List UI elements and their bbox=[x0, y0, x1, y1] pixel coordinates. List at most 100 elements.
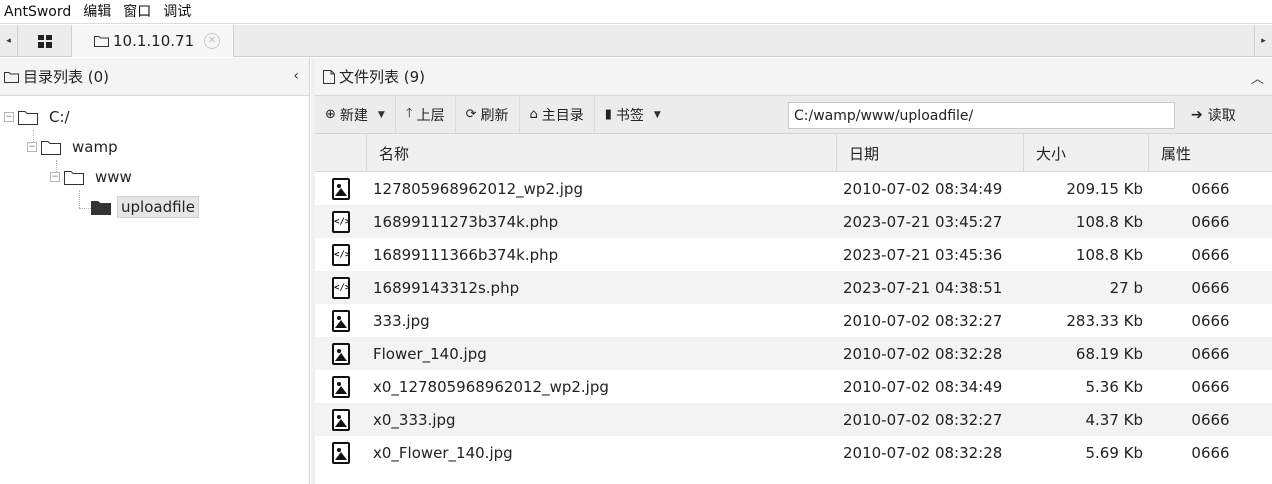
file-name: Flower_140.jpg bbox=[373, 344, 487, 363]
new-button[interactable]: ⊕ 新建 ▼ bbox=[315, 95, 396, 134]
grid-icon bbox=[37, 34, 52, 48]
file-size: 108.8 Kb bbox=[1075, 212, 1143, 231]
folder-icon bbox=[41, 140, 61, 155]
file-type-cell bbox=[315, 403, 367, 436]
file-name: 16899111273b374k.php bbox=[373, 212, 559, 231]
file-list: 127805968962012_wp2.jpg 2010-07-02 08:34:… bbox=[315, 172, 1272, 469]
image-file-icon bbox=[332, 408, 350, 431]
home-icon: ⌂ bbox=[529, 107, 538, 122]
file-size: 108.8 Kb bbox=[1075, 245, 1143, 264]
column-name[interactable]: 名称 bbox=[367, 134, 837, 172]
tab-scroll-left-button[interactable]: ◂ bbox=[0, 25, 18, 57]
file-type-cell bbox=[315, 304, 367, 337]
file-name: x0_333.jpg bbox=[373, 410, 456, 429]
refresh-icon: ⟳ bbox=[465, 107, 477, 122]
file-row[interactable]: </> 16899111366b374k.php 2023-07-21 03:45:… bbox=[315, 238, 1272, 271]
file-attr: 0666 bbox=[1191, 179, 1230, 198]
file-size: 209.15 Kb bbox=[1066, 179, 1143, 198]
file-name: 127805968962012_wp2.jpg bbox=[373, 179, 583, 198]
file-type-cell bbox=[315, 370, 367, 403]
arrow-right-icon: ➔ bbox=[1191, 107, 1203, 123]
file-size: 68.19 Kb bbox=[1075, 344, 1143, 363]
read-button[interactable]: ➔ 读取 bbox=[1181, 96, 1246, 134]
file-panel-header: 文件列表 (9) ︿ bbox=[315, 58, 1272, 96]
menu-window[interactable]: 窗口 bbox=[119, 1, 159, 23]
file-attr: 0666 bbox=[1191, 278, 1230, 297]
file-type-cell: </> bbox=[315, 205, 367, 238]
file-name: 333.jpg bbox=[373, 311, 430, 330]
file-size: 283.33 Kb bbox=[1066, 311, 1143, 330]
tree-node-www[interactable]: − www bbox=[50, 166, 135, 188]
up-level-button[interactable]: 🡑 上层 bbox=[396, 95, 456, 134]
file-toolbar: ⊕ 新建 ▼ 🡑 上层 ⟳ 刷新 ⌂ 主目录 ▮ 书签 ▼ ➔ 读取 bbox=[315, 95, 1272, 134]
file-date: 2023-07-21 04:38:51 bbox=[843, 278, 1003, 297]
path-input[interactable] bbox=[788, 102, 1175, 129]
tab-close-icon[interactable]: ✕ bbox=[204, 33, 221, 49]
caret-down-icon: ▼ bbox=[653, 109, 661, 120]
menu-antsword[interactable]: AntSword bbox=[0, 1, 79, 23]
image-file-icon bbox=[332, 177, 350, 200]
file-row[interactable]: Flower_140.jpg 2010-07-02 08:32:28 68.19 K… bbox=[315, 337, 1272, 370]
column-icon bbox=[315, 134, 367, 172]
file-name: x0_127805968962012_wp2.jpg bbox=[373, 377, 609, 396]
tree-node-wamp[interactable]: − wamp bbox=[27, 136, 121, 158]
code-file-icon: </> bbox=[332, 243, 350, 266]
column-attr[interactable]: 属性 bbox=[1149, 134, 1272, 172]
tab-home[interactable] bbox=[18, 25, 72, 57]
file-attr: 0666 bbox=[1191, 443, 1230, 462]
file-row[interactable]: x0_Flower_140.jpg 2010-07-02 08:32:28 5.69… bbox=[315, 436, 1272, 469]
file-row[interactable]: 127805968962012_wp2.jpg 2010-07-02 08:34:… bbox=[315, 172, 1272, 205]
file-grid-header: 名称 日期 大小 属性 bbox=[315, 134, 1272, 172]
tree-node-uploadfile[interactable]: uploadfile bbox=[91, 196, 199, 218]
code-file-icon: </> bbox=[332, 276, 350, 299]
image-file-icon bbox=[332, 342, 350, 365]
tree-node-c-drive[interactable]: − C:/ bbox=[4, 106, 73, 128]
tree-collapse-toggle[interactable]: − bbox=[4, 112, 14, 122]
column-size[interactable]: 大小 bbox=[1024, 134, 1149, 172]
image-file-icon bbox=[332, 441, 350, 464]
file-attr: 0666 bbox=[1191, 377, 1230, 396]
file-type-cell: </> bbox=[315, 271, 367, 304]
collapse-up-icon[interactable]: ︿ bbox=[1251, 68, 1264, 87]
code-file-icon: </> bbox=[332, 210, 350, 233]
file-name: x0_Flower_140.jpg bbox=[373, 443, 513, 462]
tab-shell-label: 10.1.10.71 bbox=[113, 32, 195, 50]
file-panel-title: 文件列表 (9) bbox=[339, 68, 426, 86]
file-row[interactable]: </> 16899111273b374k.php 2023-07-21 03:45:… bbox=[315, 205, 1272, 238]
file-row[interactable]: </> 16899143312s.php 2023-07-21 04:38:51 27… bbox=[315, 271, 1272, 304]
file-date: 2010-07-02 08:32:27 bbox=[843, 311, 1003, 330]
menu-edit[interactable]: 编辑 bbox=[79, 1, 119, 23]
file-name: 16899111366b374k.php bbox=[373, 245, 559, 264]
collapse-panel-icon[interactable]: ‹ bbox=[293, 68, 299, 84]
file-date: 2010-07-02 08:32:28 bbox=[843, 443, 1003, 462]
refresh-button[interactable]: ⟳ 刷新 bbox=[456, 95, 520, 134]
file-name: 16899143312s.php bbox=[373, 278, 520, 297]
file-date: 2010-07-02 08:34:49 bbox=[843, 377, 1003, 396]
caret-down-icon: ▼ bbox=[377, 109, 385, 120]
file-panel: 文件列表 (9) ︿ ⊕ 新建 ▼ 🡑 上层 ⟳ 刷新 ⌂ 主目录 ▮ 书签 ▼… bbox=[315, 58, 1272, 484]
column-date[interactable]: 日期 bbox=[837, 134, 1024, 172]
menu-debug[interactable]: 调试 bbox=[159, 1, 199, 23]
file-row[interactable]: x0_333.jpg 2010-07-02 08:32:27 4.37 Kb 0666 bbox=[315, 403, 1272, 436]
plus-circle-icon: ⊕ bbox=[325, 107, 336, 122]
directory-panel-title: 目录列表 (0) bbox=[23, 68, 110, 86]
file-icon bbox=[323, 69, 335, 84]
file-attr: 0666 bbox=[1191, 212, 1230, 231]
home-dir-button[interactable]: ⌂ 主目录 bbox=[520, 95, 595, 134]
file-date: 2010-07-02 08:34:49 bbox=[843, 179, 1003, 198]
file-type-cell bbox=[315, 172, 367, 205]
file-attr: 0666 bbox=[1191, 311, 1230, 330]
file-row[interactable]: 333.jpg 2010-07-02 08:32:27 283.33 Kb 0666 bbox=[315, 304, 1272, 337]
tree-collapse-toggle[interactable]: − bbox=[27, 142, 37, 152]
file-row[interactable]: x0_127805968962012_wp2.jpg 2010-07-02 08:… bbox=[315, 370, 1272, 403]
bookmark-button[interactable]: ▮ 书签 ▼ bbox=[595, 96, 671, 134]
file-type-cell bbox=[315, 436, 367, 469]
file-type-cell bbox=[315, 337, 367, 370]
tab-scroll-right-button[interactable]: ▸ bbox=[1254, 25, 1272, 57]
file-date: 2010-07-02 08:32:27 bbox=[843, 410, 1003, 429]
bookmark-label: 书签 bbox=[615, 107, 644, 124]
tree-collapse-toggle[interactable]: − bbox=[50, 172, 60, 182]
bookmark-icon: ▮ bbox=[604, 107, 612, 122]
tab-shell[interactable]: 10.1.10.71 ✕ bbox=[72, 25, 234, 57]
file-attr: 0666 bbox=[1191, 245, 1230, 264]
